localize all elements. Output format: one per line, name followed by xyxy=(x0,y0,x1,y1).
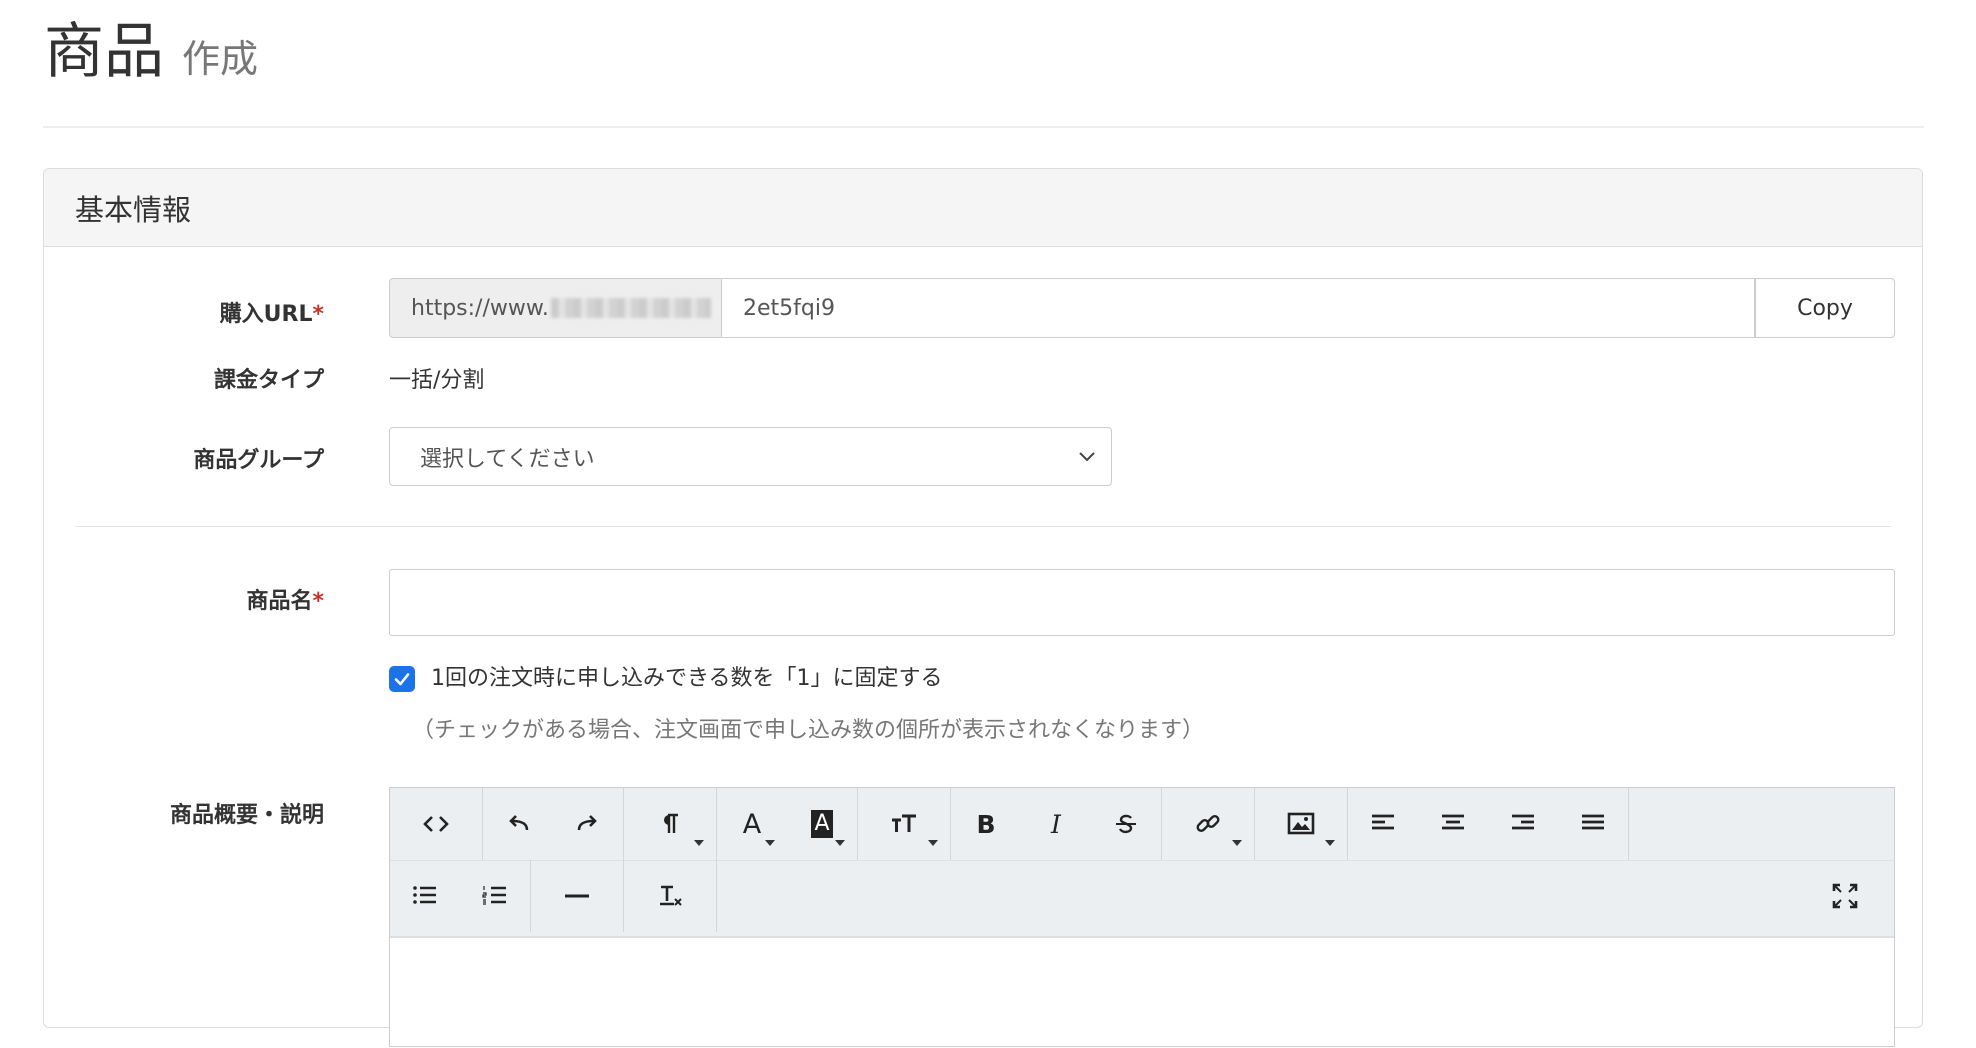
redo-icon xyxy=(577,815,597,831)
align-left-button[interactable] xyxy=(1348,788,1418,860)
toolbar-group-style: B I xyxy=(951,788,1162,860)
fix-quantity-note: （チェックがある場合、注文画面で申し込み数の個所が表示されなくなります） xyxy=(412,718,1205,743)
fullscreen-button[interactable] xyxy=(1810,860,1880,932)
page-title: 商品 作成 xyxy=(44,22,258,83)
bold-icon: B xyxy=(976,809,996,839)
toolbar-group-image xyxy=(1255,788,1348,860)
toolbar-row-1: A A B I xyxy=(390,788,1894,861)
image-icon xyxy=(1287,812,1315,835)
redo-button[interactable] xyxy=(553,788,623,860)
justify-icon xyxy=(1582,814,1604,830)
fix-quantity-checkbox[interactable] xyxy=(389,666,415,692)
align-right-button[interactable] xyxy=(1488,788,1558,860)
expand-icon xyxy=(1832,883,1858,909)
align-center-button[interactable] xyxy=(1418,788,1488,860)
strikethrough-icon xyxy=(1116,814,1136,834)
dropdown-caret-icon xyxy=(765,840,775,846)
toolbar-group-code xyxy=(390,788,483,860)
billing-type-label: 課金タイプ xyxy=(213,368,324,393)
product-name-label: 商品名* xyxy=(44,583,324,615)
bold-button[interactable]: B xyxy=(951,788,1021,860)
purchase-url-prefix-text: https://www. xyxy=(411,295,549,321)
paragraph-icon xyxy=(664,813,678,833)
section-divider xyxy=(75,526,1891,527)
numbered-list-icon xyxy=(482,886,506,905)
link-button[interactable] xyxy=(1162,788,1254,860)
clear-format-button[interactable] xyxy=(624,860,716,932)
horizontal-rule-icon xyxy=(565,894,589,898)
dropdown-caret-icon xyxy=(928,840,938,846)
font-color-button[interactable]: A xyxy=(717,788,787,860)
toolbar-group-paragraph xyxy=(624,788,717,860)
italic-button[interactable]: I xyxy=(1021,788,1091,860)
toolbar-row-2 xyxy=(390,860,1894,932)
dropdown-caret-icon xyxy=(1232,840,1242,846)
product-name-input[interactable] xyxy=(389,569,1895,636)
dropdown-caret-icon xyxy=(835,840,845,846)
bullet-list-icon xyxy=(413,886,436,904)
purchase-url-prefix: https://www. xyxy=(389,278,722,338)
description-editor: A A B I xyxy=(389,787,1895,1047)
toolbar-group-list xyxy=(390,860,531,932)
code-icon xyxy=(423,816,449,832)
align-left-icon xyxy=(1372,814,1394,830)
product-group-select[interactable]: 選択してください xyxy=(389,427,1112,486)
page-title-sub: 作成 xyxy=(182,37,259,81)
dropdown-caret-icon xyxy=(694,840,704,846)
required-mark: * xyxy=(312,589,324,614)
horizontal-rule-button[interactable] xyxy=(531,860,623,932)
toolbar-group-clear xyxy=(624,860,717,932)
image-button[interactable] xyxy=(1255,788,1347,860)
purchase-url-label-text: 購入URL xyxy=(219,302,313,327)
redacted-domain xyxy=(550,298,711,318)
background-color-button[interactable]: A xyxy=(787,788,857,860)
toolbar-group-fontsize xyxy=(858,788,951,860)
font-size-button[interactable] xyxy=(858,788,950,860)
fix-quantity-row: 1回の注文時に申し込みできる数を「1」に固定する xyxy=(389,660,943,692)
toolbar-group-align xyxy=(1348,788,1629,860)
page-title-main: 商品 xyxy=(44,17,164,87)
code-view-button[interactable] xyxy=(390,788,482,860)
font-color-icon: A xyxy=(742,808,762,840)
toolbar-group-history xyxy=(483,788,624,860)
product-group-label: 商品グループ xyxy=(193,448,324,473)
description-label: 商品概要・説明 xyxy=(169,803,324,828)
undo-icon xyxy=(509,815,529,831)
link-icon xyxy=(1196,815,1220,832)
product-group-selected: 選択してください xyxy=(420,446,595,472)
required-mark: * xyxy=(312,302,324,327)
background-color-icon: A xyxy=(811,810,833,838)
justify-button[interactable] xyxy=(1558,788,1628,860)
basic-info-panel: 基本情報 購入URL* https://www. 2et5fqi9 Copy 課… xyxy=(43,168,1923,1047)
toolbar-group-hr xyxy=(531,860,624,932)
panel-heading: 基本情報 xyxy=(44,169,1922,247)
paragraph-style-button[interactable] xyxy=(624,788,716,860)
toolbar-group-link xyxy=(1162,788,1255,860)
billing-type-value: 一括/分割 xyxy=(389,368,485,393)
undo-button[interactable] xyxy=(483,788,553,860)
toolbar-group-color: A A xyxy=(717,788,858,860)
chevron-down-icon xyxy=(1079,452,1095,462)
copy-button[interactable]: Copy xyxy=(1755,278,1895,338)
purchase-url-group: https://www. 2et5fqi9 Copy xyxy=(389,278,1895,338)
bullet-list-button[interactable] xyxy=(390,860,460,932)
editor-content-area[interactable] xyxy=(390,938,1894,1048)
align-center-icon xyxy=(1442,814,1464,830)
purchase-url-label: 購入URL* xyxy=(44,296,324,328)
align-right-icon xyxy=(1512,814,1534,830)
fix-quantity-label: 1回の注文時に申し込みできる数を「1」に固定する xyxy=(431,666,943,691)
checkmark-icon xyxy=(394,673,410,686)
strikethrough-button[interactable] xyxy=(1091,788,1161,860)
dropdown-caret-icon xyxy=(1325,840,1335,846)
numbered-list-button[interactable] xyxy=(460,860,530,932)
product-name-label-text: 商品名 xyxy=(246,589,313,614)
purchase-url-input[interactable]: 2et5fqi9 xyxy=(722,278,1755,338)
italic-icon: I xyxy=(1051,809,1061,839)
title-divider xyxy=(43,126,1924,128)
editor-toolbar: A A B I xyxy=(390,788,1894,938)
clear-format-icon xyxy=(660,885,682,906)
text-height-icon xyxy=(892,814,916,832)
